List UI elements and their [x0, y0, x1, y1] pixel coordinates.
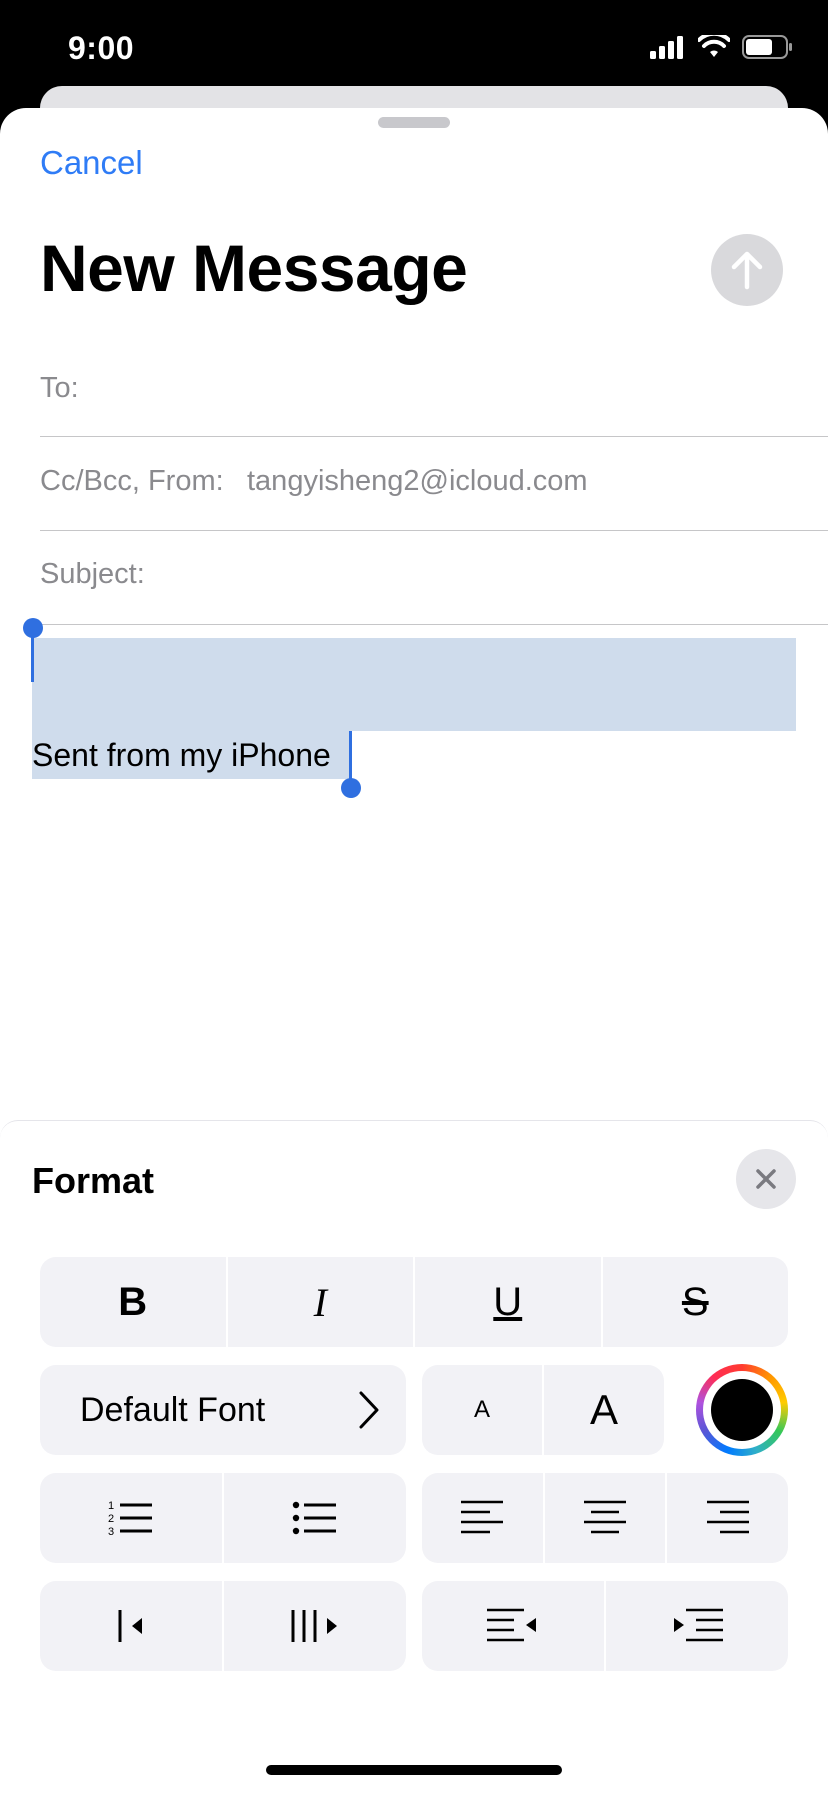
- large-a-label: A: [589, 1386, 618, 1433]
- selection-end-knob[interactable]: [341, 778, 361, 798]
- arrow-up-icon: [731, 251, 763, 290]
- align-center-icon: [584, 1500, 626, 1534]
- alignment-group: [422, 1473, 788, 1563]
- outdent-icon: [487, 1608, 536, 1642]
- increase-quote-icon: [291, 1610, 337, 1642]
- bold-button[interactable]: B: [40, 1257, 226, 1347]
- close-format-button[interactable]: [736, 1149, 796, 1209]
- font-size-group: A A: [422, 1365, 664, 1455]
- numbered-list-icon: 1 2 3: [108, 1500, 152, 1538]
- align-left-icon: [461, 1500, 504, 1534]
- subject-label: Subject:: [40, 558, 145, 590]
- strikethrough-button[interactable]: S: [600, 1257, 789, 1347]
- align-center-button[interactable]: [542, 1473, 666, 1563]
- italic-button[interactable]: I: [225, 1257, 414, 1347]
- bulleted-list-icon: [292, 1501, 336, 1535]
- decrease-quote-icon: [118, 1610, 142, 1642]
- outdent-button[interactable]: [422, 1581, 604, 1671]
- send-button[interactable]: [711, 234, 783, 306]
- format-title: Format: [32, 1160, 155, 1201]
- indent-icon: [674, 1608, 723, 1642]
- font-picker[interactable]: Default Font: [40, 1365, 406, 1455]
- align-left-button[interactable]: [422, 1473, 543, 1563]
- cc-bcc-from-label[interactable]: Cc/Bcc, From:: [40, 465, 224, 498]
- indent-button[interactable]: [604, 1581, 788, 1671]
- indent-group: [422, 1581, 788, 1671]
- bold-label: B: [118, 1279, 148, 1324]
- increase-font-size-button[interactable]: A: [542, 1365, 664, 1455]
- svg-text:3: 3: [108, 1526, 114, 1538]
- selection-start-knob[interactable]: [23, 618, 43, 638]
- battery-icon: [742, 35, 792, 59]
- align-right-button[interactable]: [665, 1473, 788, 1563]
- message-body[interactable]: Sent from my iPhone: [32, 737, 331, 774]
- underline-label: U: [493, 1279, 523, 1324]
- status-icons: [650, 34, 794, 60]
- strikethrough-label: S: [681, 1279, 709, 1324]
- small-a-label: A: [473, 1396, 490, 1423]
- subject-input[interactable]: [160, 548, 828, 598]
- text-style-group: B I U S: [40, 1257, 788, 1347]
- quote-level-group: [40, 1581, 406, 1671]
- cancel-button[interactable]: Cancel: [40, 144, 143, 182]
- signal-icon: [650, 36, 683, 59]
- home-indicator[interactable]: [266, 1765, 562, 1775]
- to-label: To:: [40, 372, 79, 404]
- divider: [40, 624, 828, 625]
- list-group: 1 2 3: [40, 1473, 406, 1563]
- italic-label: I: [313, 1279, 327, 1325]
- default-font-button[interactable]: Default Font: [40, 1365, 406, 1455]
- bulleted-list-button[interactable]: [222, 1473, 406, 1563]
- decrease-font-size-button[interactable]: A: [422, 1365, 542, 1455]
- svg-text:1: 1: [108, 1500, 114, 1512]
- svg-text:2: 2: [108, 1513, 114, 1525]
- text-color-button[interactable]: [696, 1364, 788, 1456]
- status-time: 9:00: [68, 30, 135, 66]
- wifi-icon: [698, 35, 730, 57]
- align-right-icon: [706, 1500, 749, 1534]
- font-label: Default Font: [80, 1390, 266, 1429]
- color-swatch: [711, 1379, 773, 1441]
- increase-quote-level-button[interactable]: [222, 1581, 406, 1671]
- page-title: New Message: [40, 231, 468, 305]
- underline-button[interactable]: U: [413, 1257, 601, 1347]
- divider: [40, 530, 828, 531]
- numbered-list-button[interactable]: 1 2 3: [40, 1473, 222, 1563]
- to-input[interactable]: [100, 362, 828, 412]
- chevron-right-icon: [359, 1391, 379, 1429]
- format-panel: [0, 1120, 828, 1793]
- sheet-grabber[interactable]: [378, 117, 450, 128]
- close-icon: [756, 1169, 776, 1189]
- divider: [40, 436, 828, 437]
- decrease-quote-level-button[interactable]: [40, 1581, 222, 1671]
- selection-highlight: [32, 638, 796, 731]
- from-address[interactable]: tangyisheng2@icloud.com: [247, 465, 588, 498]
